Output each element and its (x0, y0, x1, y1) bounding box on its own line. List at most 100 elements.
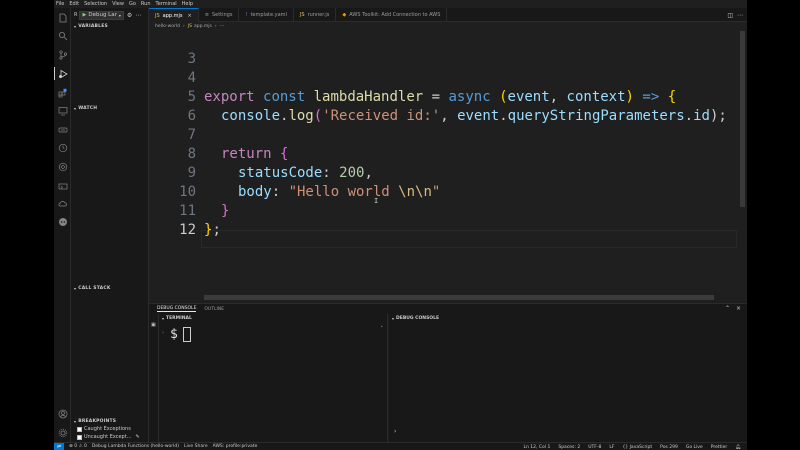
close-icon[interactable]: × (188, 13, 192, 19)
js-file-icon: JS (155, 12, 160, 19)
variables-section-header[interactable]: ▾ VARIABLES (71, 22, 149, 30)
code-line-11[interactable]: 11 }; (149, 183, 739, 238)
debug-settings-gear-icon[interactable]: ⚙ (127, 12, 132, 19)
status-encoding[interactable]: UTF-8 (588, 445, 601, 450)
code-editor[interactable]: 3 4 export const lambdaHandler = async (… (149, 31, 747, 301)
menu-terminal[interactable]: Terminal (156, 1, 177, 7)
debug-console-header[interactable]: ▾ DEBUG CONSOLE (389, 314, 439, 323)
timeline-icon[interactable] (57, 142, 68, 153)
status-debug-config[interactable]: Debug Lambda Functions (hello-world) (92, 444, 179, 449)
status-indentation[interactable]: Spaces: 2 (558, 445, 580, 450)
code-line-4[interactable]: 4 export const lambdaHandler = async (ev… (149, 50, 739, 105)
breakpoints-section-header[interactable]: ▾ BREAKPOINTS (71, 417, 149, 425)
menu-file[interactable]: File (56, 1, 64, 7)
menu-view[interactable]: View (112, 1, 124, 7)
code-line-5[interactable]: 5 console.log('Received id:', event.quer… (149, 69, 739, 124)
tab-label: template.yaml (250, 12, 287, 18)
copilot-icon[interactable] (57, 216, 68, 227)
maximize-panel-icon[interactable]: ⌃ (725, 305, 730, 312)
status-language[interactable]: {} JavaScript (622, 445, 652, 450)
cloud-icon[interactable] (57, 198, 68, 209)
tab-label: runner.js (307, 12, 330, 18)
code-line-6[interactable]: 6 (149, 88, 739, 124)
notifications-bell-icon[interactable]: 🔔︎ (735, 445, 741, 450)
menu-help[interactable]: Help (182, 1, 193, 7)
menu-edit[interactable]: Edit (69, 1, 79, 7)
more-actions-icon[interactable]: ⋯ (737, 12, 743, 19)
checkbox[interactable] (77, 426, 82, 432)
shell-prompt: $ (170, 327, 178, 342)
extensions-icon[interactable] (57, 87, 68, 98)
split-editor-icon[interactable]: ◫ (727, 12, 733, 19)
remote-indicator-icon[interactable]: ⇌ (54, 442, 64, 450)
docker-icon[interactable] (57, 180, 68, 191)
explorer-icon[interactable] (57, 12, 68, 23)
activity-bar (54, 8, 71, 442)
tab-app-mjs[interactable]: JS app.mjs × (149, 8, 199, 22)
chevron-down-icon: ▾ (74, 105, 77, 111)
ellipsis-icon[interactable]: ⋯ (220, 24, 225, 29)
code-line-12[interactable]: 12 (149, 202, 739, 238)
menu-go[interactable]: Go (129, 1, 136, 7)
debug-status-icon[interactable]: ⊗ 0 ⚠ 0 (69, 444, 87, 449)
semicolon: ; (212, 222, 221, 238)
source-control-icon[interactable] (57, 49, 68, 60)
status-prettier[interactable]: Prettier (711, 445, 728, 450)
mouse-text-cursor: I (374, 197, 379, 205)
debug-config-select[interactable]: ▶ Debug Lar ▾ (79, 10, 124, 20)
breakpoint-uncaught-exceptions[interactable]: Uncaught Except... ✎ (77, 434, 140, 440)
breadcrumb-file[interactable]: app.mjs (194, 24, 212, 29)
run-debug-sidebar: R ▶ Debug Lar ▾ ⚙ ⋯ ▾ VARIABLES ▾ WATCH … (71, 8, 149, 442)
close-icon[interactable]: × (736, 305, 741, 312)
watch-section-header[interactable]: ▾ WATCH (71, 104, 149, 112)
watch-title: WATCH (78, 105, 98, 111)
status-eol[interactable]: LF (609, 445, 614, 450)
checkbox[interactable] (77, 434, 82, 440)
tab-settings[interactable]: ≡ Settings (199, 8, 240, 22)
status-live-share[interactable]: Live Share (184, 444, 208, 449)
debug-console-input[interactable]: › (394, 428, 396, 435)
terminal-icon[interactable]: ▣ (151, 322, 156, 328)
settings-gear-icon[interactable] (57, 427, 68, 438)
code-line-8[interactable]: 8 statusCode: 200, (149, 126, 739, 181)
menu-selection[interactable]: Selection (84, 1, 107, 7)
debug-console-pane[interactable]: ▾ DEBUG CONSOLE › (389, 314, 747, 442)
status-aws-profile[interactable]: AWS: profile:private (213, 444, 258, 449)
terminal-pane[interactable]: ▾ TERMINAL › $ • (159, 314, 388, 442)
status-go-live[interactable]: Go Live (686, 445, 703, 450)
account-icon[interactable] (57, 408, 68, 419)
code-line-7[interactable]: 7 return { (149, 107, 739, 162)
vscode-window: File Edit Selection View Go Run Terminal… (54, 0, 747, 450)
horizontal-scrollbar[interactable] (204, 295, 714, 300)
variables-title: VARIABLES (78, 23, 108, 29)
status-right: Ln 12, Col 1 Spaces: 2 UTF-8 LF {} JavaS… (516, 443, 741, 450)
status-position[interactable]: Pos 299 (660, 445, 678, 450)
aws-toolkit-icon[interactable] (57, 124, 68, 135)
remote-explorer-icon[interactable] (57, 105, 68, 116)
tab-debug-console[interactable]: DEBUG CONSOLE (157, 306, 197, 312)
status-cursor-position[interactable]: Ln 12, Col 1 (524, 445, 551, 450)
menu-bar: File Edit Selection View Go Run Terminal… (54, 0, 747, 8)
chevron-down-icon: ▾ (118, 12, 121, 18)
start-debug-icon[interactable]: ▶ (82, 12, 86, 18)
chevron-down-icon: ▾ (74, 418, 77, 424)
live-share-icon[interactable] (57, 161, 68, 172)
breakpoint-caught-exceptions[interactable]: Caught Exceptions (77, 426, 131, 432)
more-actions-icon[interactable]: ⋯ (135, 12, 141, 19)
vertical-scrollbar[interactable] (740, 31, 745, 207)
terminal-header[interactable]: ▾ TERMINAL (159, 314, 192, 323)
code-line-9[interactable]: 9 body: "Hello world \n\n" (149, 145, 739, 200)
tab-outline[interactable]: OUTLINE (204, 307, 224, 312)
run-debug-icon[interactable] (54, 67, 68, 80)
call-stack-section-header[interactable]: ▾ CALL STACK (71, 284, 149, 292)
debug-toolbar: R ▶ Debug Lar ▾ ⚙ ⋯ (71, 8, 149, 22)
tab-template-yaml[interactable]: ! template.yaml (239, 8, 294, 22)
tab-runner-js[interactable]: JS runner.js (294, 8, 337, 22)
search-icon[interactable] (57, 30, 68, 41)
breadcrumb-folder[interactable]: hello-world (155, 24, 180, 29)
code-line-10[interactable]: 10 } (149, 164, 739, 219)
code-line-3[interactable]: 3 (149, 31, 739, 67)
edit-pencil-icon[interactable]: ✎ (135, 434, 139, 440)
tab-aws-toolkit-connection[interactable]: ◆ AWS Toolkit: Add Connection to AWS (336, 8, 448, 22)
menu-run[interactable]: Run (141, 1, 151, 7)
